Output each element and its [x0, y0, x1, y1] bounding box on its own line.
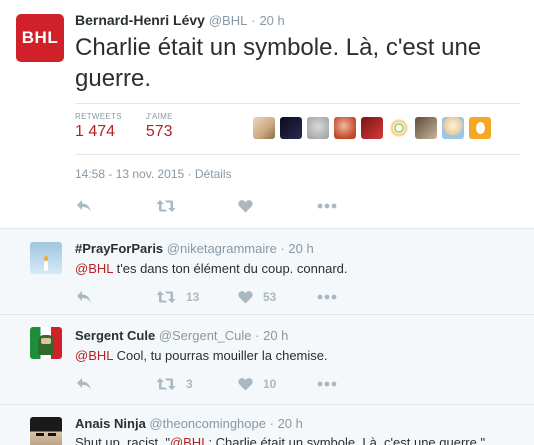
reply-actions: 13 53	[76, 290, 337, 304]
reply-icon	[77, 291, 91, 303]
liker-avatar[interactable]	[388, 117, 410, 139]
heart-icon	[238, 378, 253, 391]
reply-separator: ·	[280, 241, 285, 256]
avatar-eye	[36, 433, 44, 436]
reply-author-handle[interactable]: @niketagrammaire	[167, 241, 277, 256]
retweet-icon	[156, 378, 176, 390]
reply-author-name[interactable]: Sergent Cule	[75, 328, 155, 343]
egg-icon	[475, 122, 485, 134]
more-button[interactable]	[317, 294, 337, 300]
mention-link[interactable]: @BHL	[75, 261, 113, 276]
like-count: 53	[263, 290, 277, 304]
reply-button[interactable]	[76, 377, 156, 391]
like-count: 10	[263, 377, 277, 391]
reply-tweet[interactable]: Sergent Cule @Sergent_Cule · 20 h @BHL C…	[0, 314, 534, 404]
reply-time-ago[interactable]: 20 h	[278, 416, 303, 431]
reply-body-before: Shut up, racist. "	[75, 435, 170, 445]
heart-icon	[238, 291, 253, 304]
reply-separator: ·	[255, 328, 260, 343]
tweet-time-ago[interactable]: 20 h	[259, 13, 284, 28]
like-button[interactable]: 10	[238, 377, 317, 391]
tweet-stats: RETWEETS 1 474 J'AIME 573	[75, 112, 197, 141]
reply-text: @BHL t'es dans ton élément du coup. conn…	[75, 261, 348, 276]
reply-button[interactable]	[76, 199, 156, 213]
stats-divider-bottom	[75, 154, 520, 155]
mention-link[interactable]: @BHL	[75, 348, 113, 363]
liker-avatar[interactable]	[334, 117, 356, 139]
liker-avatar[interactable]	[442, 117, 464, 139]
likes-count: 573	[145, 123, 173, 140]
liker-avatar[interactable]	[280, 117, 302, 139]
mention-link[interactable]: @BHL	[170, 435, 209, 445]
retweet-icon	[156, 291, 176, 303]
retweets-label: RETWEETS	[75, 112, 122, 121]
reply-text: Shut up, racist. "@BHL: Charlie était un…	[75, 435, 485, 445]
reply-time-ago[interactable]: 20 h	[263, 328, 288, 343]
liker-avatar[interactable]	[469, 117, 491, 139]
more-button[interactable]	[317, 203, 337, 209]
reply-actions: 3 10	[76, 377, 337, 391]
reply-avatar[interactable]	[30, 327, 62, 359]
author-avatar[interactable]: BHL	[16, 14, 64, 62]
author-name[interactable]: Bernard-Henri Lévy	[75, 12, 205, 28]
heart-icon	[238, 200, 253, 213]
retweet-count: 3	[186, 377, 193, 391]
tweet-actions	[76, 199, 337, 213]
soldier-face	[41, 338, 51, 344]
reply-body: Cool, tu pourras mouiller la chemise.	[113, 348, 328, 363]
liker-avatar[interactable]	[361, 117, 383, 139]
timestamp-text: 14:58 - 13 nov. 2015	[75, 167, 185, 181]
retweet-button[interactable]: 13	[156, 290, 238, 304]
reply-tweet[interactable]: #PrayForParis @niketagrammaire · 20 h @B…	[0, 228, 534, 314]
details-link[interactable]: Détails	[195, 167, 232, 181]
retweets-count: 1 474	[75, 123, 116, 140]
reply-header: Anais Ninja @theoncominghope · 20 h	[75, 416, 303, 431]
more-icon	[317, 381, 337, 387]
like-button[interactable]	[238, 199, 317, 213]
reply-avatar[interactable]	[30, 417, 62, 445]
tweet-text: Charlie était un symbole. Là, c'est une …	[75, 34, 482, 92]
avatar-eye	[48, 433, 56, 436]
likes-label: J'AIME	[145, 112, 173, 121]
reply-body: t'es dans ton élément du coup. connard.	[113, 261, 348, 276]
more-icon	[317, 203, 337, 209]
reply-time-ago[interactable]: 20 h	[288, 241, 313, 256]
retweet-button[interactable]	[156, 199, 238, 213]
reply-author-name[interactable]: #PrayForParis	[75, 241, 163, 256]
main-tweet: BHL Bernard-Henri Lévy @BHL · 20 h Charl…	[0, 0, 534, 228]
liker-avatar[interactable]	[307, 117, 329, 139]
reply-avatar[interactable]	[30, 242, 62, 274]
reply-text: @BHL Cool, tu pourras mouiller la chemis…	[75, 348, 328, 363]
tweet-header: Bernard-Henri Lévy @BHL · 20 h	[75, 12, 285, 28]
retweet-count: 13	[186, 290, 200, 304]
more-button[interactable]	[317, 381, 337, 387]
candle-icon	[44, 261, 48, 271]
reply-body-after: : Charlie était un symbole. Là, c'est un…	[208, 435, 486, 445]
author-handle[interactable]: @BHL	[209, 13, 248, 28]
timestamp-separator: ·	[187, 167, 192, 181]
reply-separator: ·	[269, 416, 274, 431]
tweet-timestamp: 14:58 - 13 nov. 2015 · Détails	[75, 167, 232, 181]
retweets-stat[interactable]: RETWEETS 1 474	[75, 112, 122, 141]
stats-divider-top	[75, 103, 520, 104]
reply-tweet[interactable]: Anais Ninja @theoncominghope · 20 h Shut…	[0, 404, 534, 445]
reply-header: Sergent Cule @Sergent_Cule · 20 h	[75, 328, 288, 343]
liker-avatar[interactable]	[253, 117, 275, 139]
reply-icon	[77, 378, 91, 390]
reply-author-handle[interactable]: @theoncominghope	[149, 416, 266, 431]
reply-icon	[77, 200, 91, 212]
reply-author-name[interactable]: Anais Ninja	[75, 416, 146, 431]
liker-avatars	[253, 117, 496, 139]
flame-icon	[44, 256, 48, 261]
reply-author-handle[interactable]: @Sergent_Cule	[159, 328, 252, 343]
like-button[interactable]: 53	[238, 290, 317, 304]
retweet-button[interactable]: 3	[156, 377, 238, 391]
reply-header: #PrayForParis @niketagrammaire · 20 h	[75, 241, 314, 256]
likes-stat[interactable]: J'AIME 573	[146, 112, 173, 141]
retweet-icon	[156, 200, 176, 212]
reply-button[interactable]	[76, 290, 156, 304]
more-icon	[317, 294, 337, 300]
liker-avatar[interactable]	[415, 117, 437, 139]
header-separator: ·	[251, 13, 256, 28]
